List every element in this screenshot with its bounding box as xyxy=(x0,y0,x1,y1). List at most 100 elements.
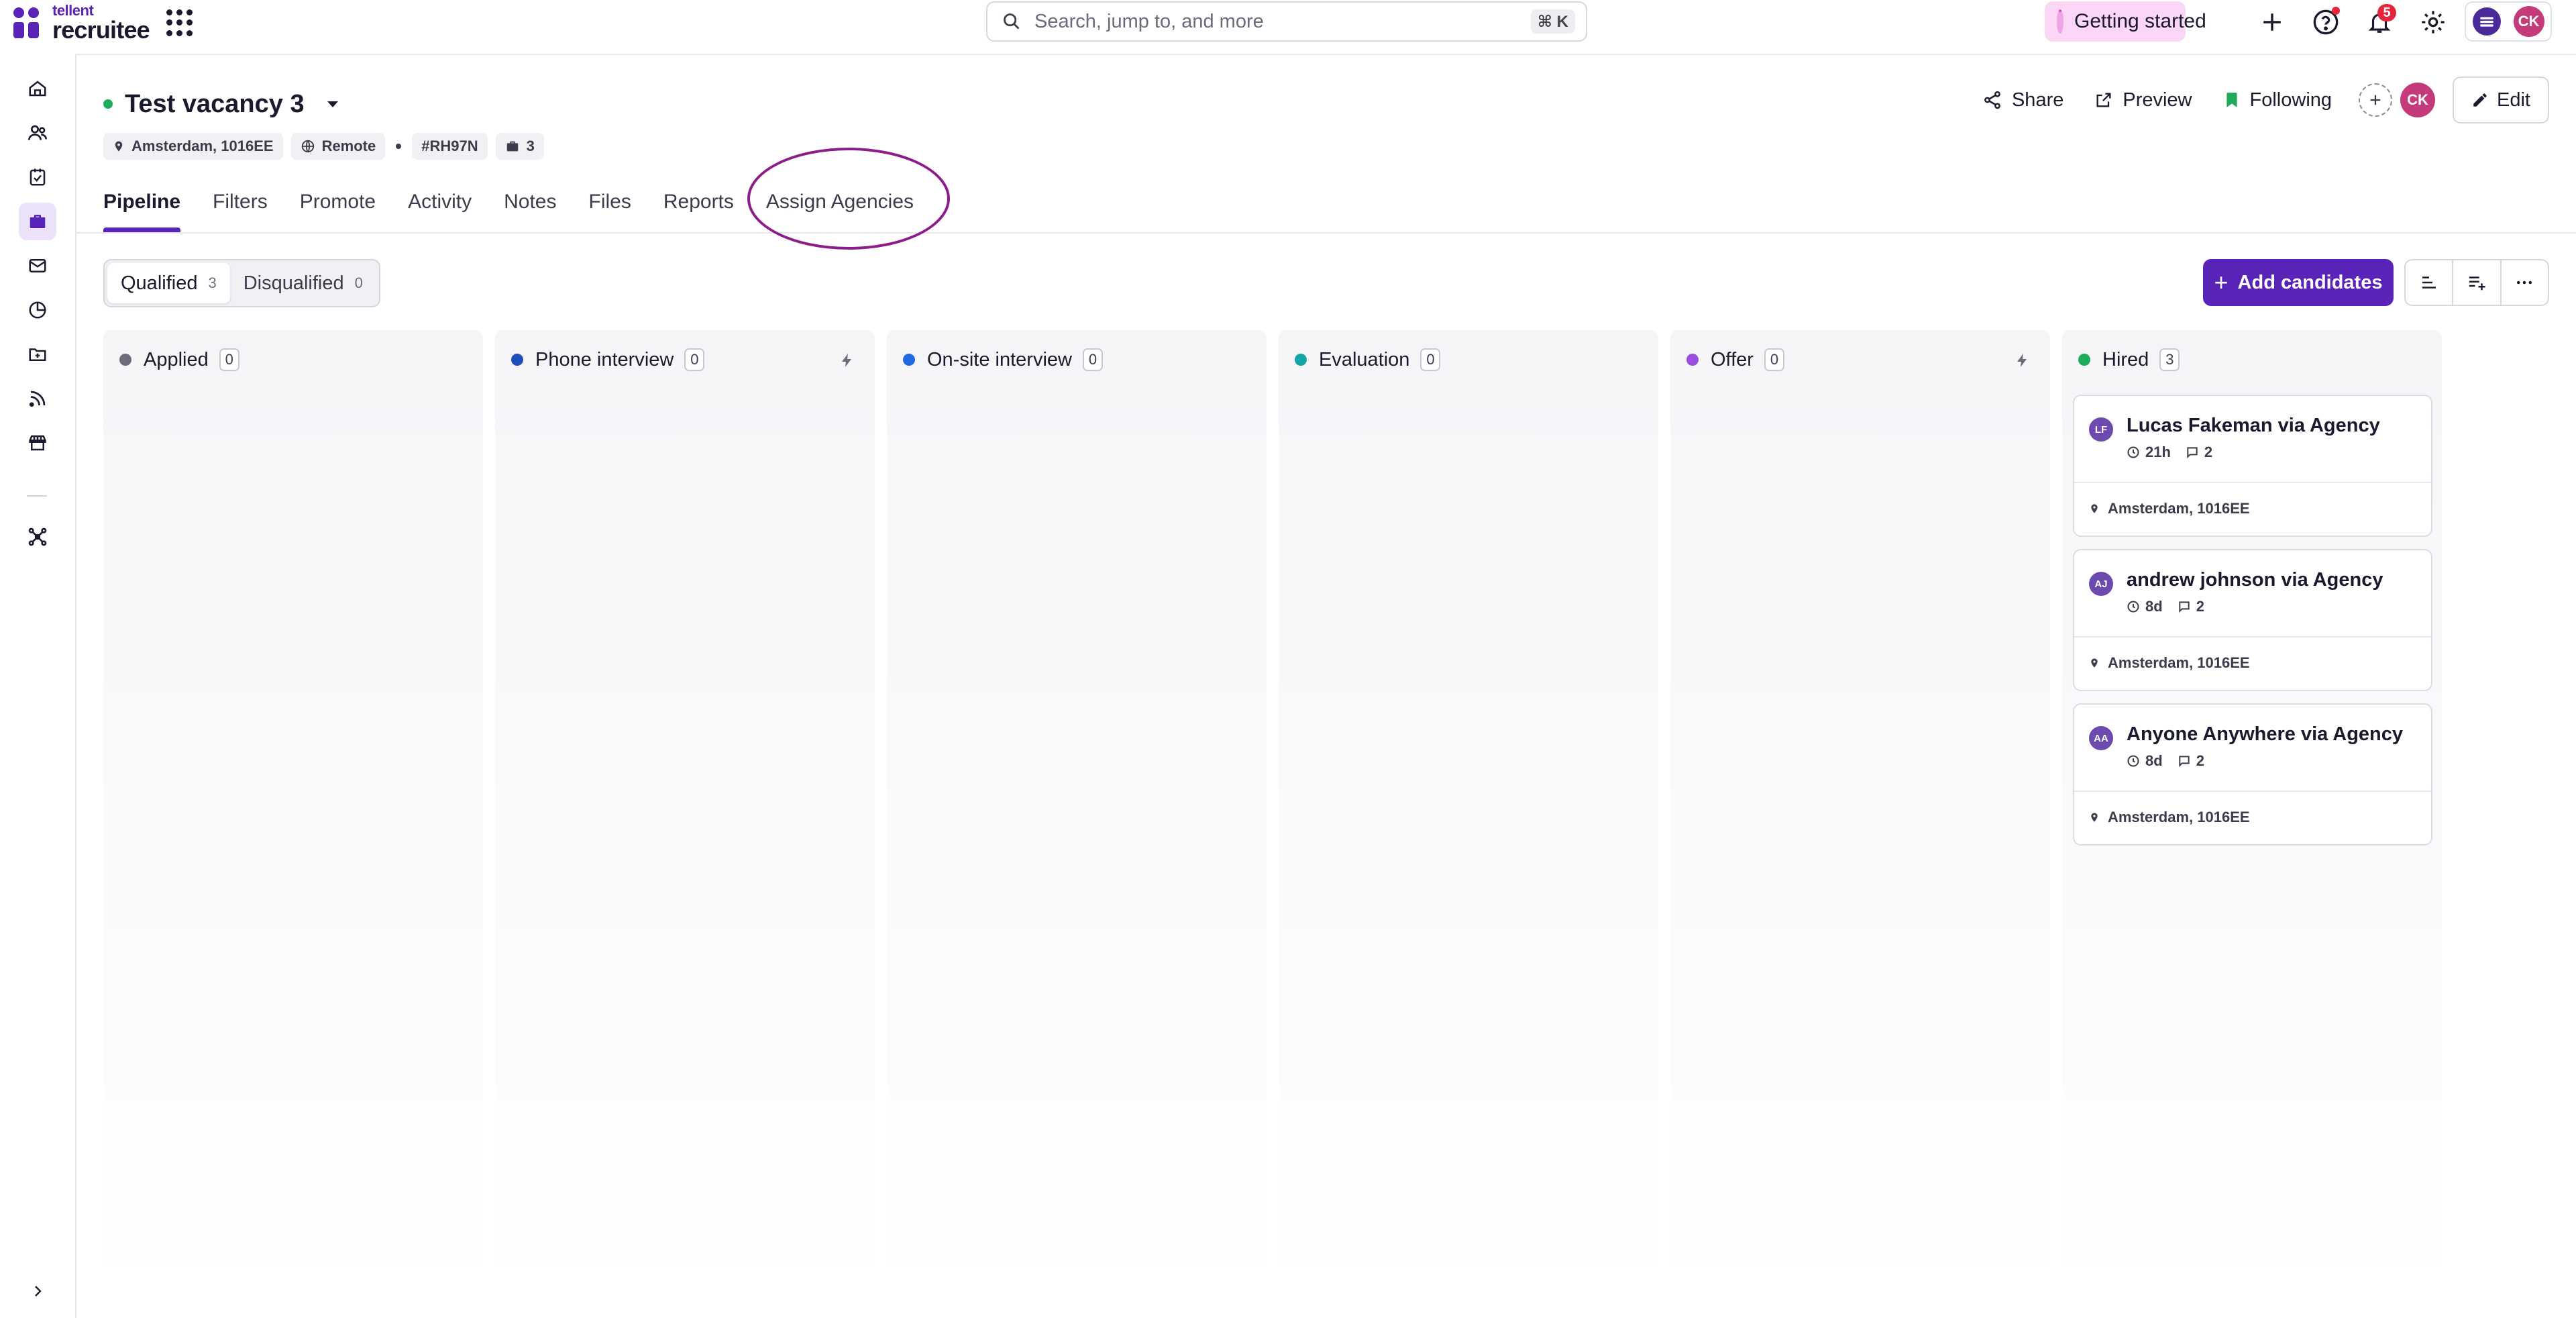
comment-count: 2 xyxy=(2178,752,2204,770)
sidebar-item-reports[interactable] xyxy=(19,291,56,329)
more-horizontal-icon xyxy=(2517,281,2532,285)
location-pin-icon xyxy=(115,141,123,152)
candidate-name: Anyone Anywhere via Agency xyxy=(2127,723,2404,745)
follower-avatar[interactable]: CK xyxy=(2400,83,2436,117)
candidate-name: Lucas Fakeman via Agency xyxy=(2127,415,2380,436)
tab-notes[interactable]: Notes xyxy=(504,181,556,232)
sidebar-item-integrations[interactable] xyxy=(19,518,56,556)
tab-pipeline[interactable]: Pipeline xyxy=(103,181,181,232)
stage-automation-button[interactable] xyxy=(837,349,857,372)
sidebar-item-jobs[interactable] xyxy=(19,203,56,240)
candidate-location: Amsterdam, 1016EE xyxy=(2089,497,2250,521)
settings-button[interactable] xyxy=(2416,5,2450,39)
sidebar-divider xyxy=(27,495,47,497)
stage-count: 3 xyxy=(2159,348,2180,371)
stage-count: 0 xyxy=(1420,348,1441,371)
gear-icon xyxy=(2422,11,2445,34)
sidebar-item-feed[interactable] xyxy=(19,380,56,417)
stage-column-applied: Applied 0 xyxy=(103,330,483,1290)
briefcase-icon xyxy=(506,141,518,152)
sidebar-item-store[interactable] xyxy=(19,424,56,462)
location-pin-icon xyxy=(2091,658,2098,668)
job-switch-caret-icon[interactable] xyxy=(327,101,338,107)
brand-line-2: recruitee xyxy=(52,16,150,44)
jobs-icon xyxy=(30,215,46,228)
tab-activity[interactable]: Activity xyxy=(408,181,472,232)
clock-icon xyxy=(2127,601,2139,613)
edit-button[interactable]: Edit xyxy=(2453,77,2549,123)
app-root: tellent recruitee Search, jump to, and m… xyxy=(0,0,2576,1318)
sort-icon xyxy=(2422,276,2436,289)
reports-icon xyxy=(29,301,46,319)
tab-promote[interactable]: Promote xyxy=(300,181,376,232)
home-icon xyxy=(29,81,46,97)
comment-icon xyxy=(2187,447,2198,459)
global-search[interactable]: Search, jump to, and more ⌘ K xyxy=(986,1,1587,42)
disqualified-toggle[interactable]: Disqualified 0 xyxy=(230,263,376,303)
add-stage-button[interactable] xyxy=(2453,260,2502,305)
sidebar-item-candidates[interactable] xyxy=(19,114,56,152)
qualified-filter: Qualified 3 Disqualified 0 xyxy=(103,259,380,307)
tab-assign-agencies[interactable]: Assign Agencies xyxy=(766,181,914,232)
candidate-card[interactable]: AA Anyone Anywhere via Agency 8d 2 Amste… xyxy=(2073,703,2432,846)
following-button[interactable]: Following xyxy=(2223,89,2332,111)
time-in-stage: 8d xyxy=(2127,752,2163,770)
more-options-button[interactable] xyxy=(2502,260,2548,305)
plus-icon: + xyxy=(2214,268,2229,296)
clock-icon xyxy=(2127,446,2139,458)
stage-name: On-site interview xyxy=(927,348,1072,370)
notifications-button[interactable]: 5 xyxy=(2363,4,2396,39)
share-button[interactable]: Share xyxy=(1982,89,2063,111)
search-icon xyxy=(1004,13,1020,30)
help-button[interactable] xyxy=(2309,5,2343,39)
sidebar-item-tasks[interactable] xyxy=(19,158,56,196)
brand-mark-icon xyxy=(13,6,43,40)
brand-logo[interactable]: tellent recruitee xyxy=(13,3,150,43)
tab-files[interactable]: Files xyxy=(589,181,631,232)
job-remote-chip: Remote xyxy=(290,133,386,160)
create-plus-button[interactable] xyxy=(2255,5,2289,39)
candidate-location: Amsterdam, 1016EE xyxy=(2089,805,2250,829)
stage-color-dot xyxy=(1295,354,1307,366)
sidebar-item-folders[interactable] xyxy=(19,336,56,373)
job-openings-chip: 3 xyxy=(495,133,544,160)
qualified-label: Qualified xyxy=(121,272,198,294)
sidebar-expand-button[interactable] xyxy=(25,1279,50,1303)
sidebar-item-home[interactable] xyxy=(19,70,56,107)
job-actions: Share Preview Following CK Edit xyxy=(1951,77,2549,123)
getting-started-button[interactable]: Getting started xyxy=(2045,1,2206,42)
bookmark-icon xyxy=(2226,93,2237,107)
stage-color-dot xyxy=(1686,354,1699,366)
comment-icon xyxy=(2179,601,2190,613)
location-pin-icon xyxy=(2091,504,2098,513)
candidate-card[interactable]: LF Lucas Fakeman via Agency 21h 2 Amster… xyxy=(2073,395,2432,537)
search-placeholder: Search, jump to, and more xyxy=(1034,10,1264,32)
qualified-toggle[interactable]: Qualified 3 xyxy=(107,263,230,303)
apps-grid-icon[interactable] xyxy=(166,9,193,36)
comment-icon xyxy=(2179,756,2190,768)
add-follower-button[interactable] xyxy=(2359,83,2393,117)
tab-reports[interactable]: Reports xyxy=(663,181,734,232)
sort-button[interactable] xyxy=(2406,260,2454,305)
sidebar-item-mail[interactable] xyxy=(19,247,56,285)
job-title: Test vacancy 3 xyxy=(125,89,305,118)
time-in-stage: 21h xyxy=(2127,444,2171,461)
candidate-avatar: AJ xyxy=(2089,572,2113,596)
job-status-dot xyxy=(103,99,113,109)
job-openings: 3 xyxy=(526,138,535,154)
account-switcher[interactable]: CK xyxy=(2465,1,2552,42)
stage-color-dot xyxy=(119,354,131,366)
stage-count: 0 xyxy=(1082,348,1103,371)
add-candidates-button[interactable]: + Add candidates xyxy=(2203,259,2394,306)
tab-filters[interactable]: Filters xyxy=(213,181,268,232)
comment-count: 2 xyxy=(2178,598,2204,615)
tabs-divider xyxy=(75,232,2576,234)
lightning-icon xyxy=(842,354,851,367)
qualified-count: 3 xyxy=(208,274,217,291)
stage-name: Evaluation xyxy=(1319,348,1410,370)
candidate-card[interactable]: AJ andrew johnson via Agency 8d 2 Amster… xyxy=(2073,549,2432,691)
folder-icon xyxy=(29,348,46,361)
preview-label: Preview xyxy=(2123,89,2192,111)
stage-automation-button[interactable] xyxy=(2012,349,2033,372)
preview-button[interactable]: Preview xyxy=(2094,89,2192,111)
